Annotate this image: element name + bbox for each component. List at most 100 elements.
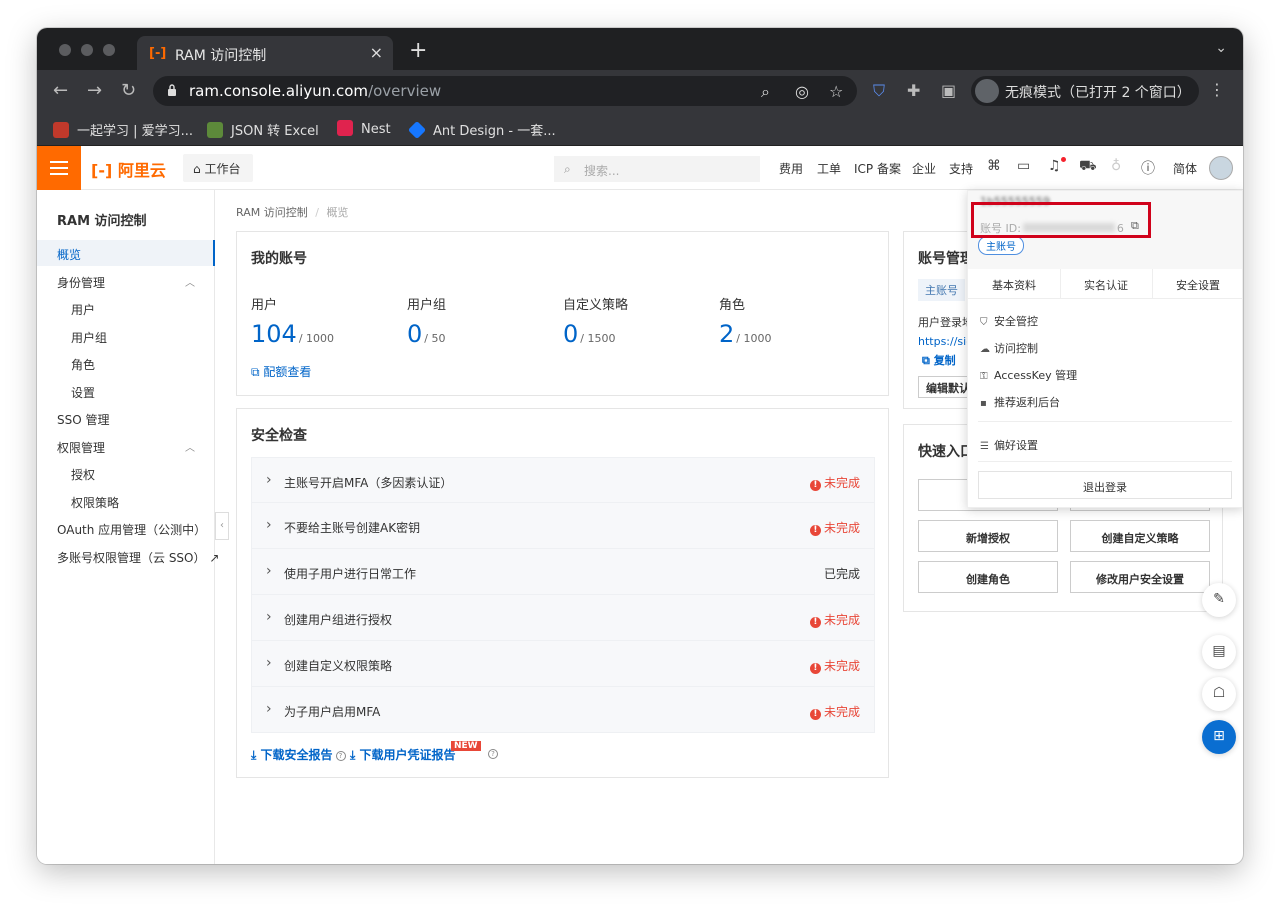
main-account-tag: 主账号: [918, 279, 965, 301]
incognito-indicator[interactable]: 无痕模式（已打开 2 个窗口）: [971, 76, 1199, 106]
menu-item-security-control[interactable]: ⛉ 安全管控: [980, 313, 1038, 329]
quota-view-link[interactable]: ⧉ 配额查看: [251, 363, 311, 380]
list-item[interactable]: › 为子用户启用MFA! 未完成: [251, 687, 875, 733]
clipboard-icon[interactable]: ▤: [1202, 635, 1236, 669]
breadcrumb-root[interactable]: RAM 访问控制: [236, 206, 308, 219]
create-policy-button[interactable]: 创建自定义策略: [1070, 520, 1210, 552]
shield-extension-icon[interactable]: ⛉: [873, 81, 885, 101]
tab-title: RAM 访问控制: [175, 48, 267, 64]
highlight-box: [971, 202, 1151, 238]
zoom-icon[interactable]: ⌕: [761, 82, 770, 102]
sidebar-item-overview[interactable]: 概览: [37, 240, 215, 266]
chat-icon[interactable]: ☖: [1202, 677, 1236, 711]
forward-arrow-icon[interactable]: →: [87, 80, 102, 101]
sidebar-item-permissions[interactable]: 权限管理 ︿: [37, 433, 215, 459]
download-security-report-link[interactable]: ⤓ 下载安全报告?: [251, 746, 346, 763]
stat-users-value[interactable]: 104/ 1000: [251, 320, 334, 348]
eye-off-icon[interactable]: ◎: [795, 82, 809, 101]
copy-link[interactable]: ⧉ 复制: [922, 352, 956, 368]
menu-item-access-control[interactable]: ☁ 访问控制: [980, 340, 1038, 356]
reload-icon[interactable]: ↻: [121, 80, 136, 101]
sidebar-item-grants[interactable]: 授权: [37, 460, 215, 486]
sidebar-item-sso[interactable]: SSO 管理: [37, 405, 215, 431]
menu-hamburger-icon[interactable]: [37, 146, 81, 190]
bookmark-item[interactable]: Ant Design - 一套...: [407, 120, 556, 140]
tab-close-icon[interactable]: ×: [370, 43, 383, 62]
terminal-icon[interactable]: ▭: [1017, 158, 1030, 174]
new-tab-button[interactable]: +: [409, 38, 427, 63]
language-switch[interactable]: 简体: [1173, 160, 1197, 177]
account-management-title: 账号管理: [918, 251, 974, 267]
logout-button[interactable]: 退出登录: [978, 471, 1232, 499]
add-grant-button[interactable]: 新增授权: [918, 520, 1058, 552]
list-item[interactable]: › 不要给主账号创建AK密钥! 未完成: [251, 503, 875, 549]
bookmark-item[interactable]: Nest: [337, 120, 391, 137]
modify-user-security-button[interactable]: 修改用户安全设置: [1070, 561, 1210, 593]
chevron-right-icon: ›: [266, 472, 272, 488]
stat-policies-value[interactable]: 0/ 1500: [563, 320, 615, 348]
list-item[interactable]: › 主账号开启MFA（多因素认证）! 未完成: [251, 457, 875, 503]
apps-icon[interactable]: ⊞: [1202, 720, 1236, 754]
login-url-link[interactable]: https://sig: [918, 335, 973, 348]
sidebar-item-cloud-sso[interactable]: 多账号权限管理（云 SSO） ↗: [37, 543, 219, 569]
close-window-button[interactable]: [59, 44, 71, 56]
chevron-right-icon: ›: [266, 701, 272, 717]
browser-tab[interactable]: [-] RAM 访问控制 ×: [137, 36, 393, 70]
menu-item-preferences[interactable]: ☰ 偏好设置: [980, 437, 1038, 453]
sidebar-item-roles[interactable]: 角色: [37, 350, 215, 376]
minimize-window-button[interactable]: [81, 44, 93, 56]
search-input[interactable]: ⌕ 搜索...: [554, 156, 760, 182]
edit-icon[interactable]: ✎: [1202, 583, 1236, 617]
tab-security-settings[interactable]: 安全设置: [1152, 277, 1243, 293]
search-icon: ⌕: [564, 162, 571, 176]
tab-bar: [-] RAM 访问控制 × + ⌄: [37, 28, 1243, 70]
aliyun-brand[interactable]: [-] 阿里云: [91, 157, 166, 181]
bulb-icon[interactable]: ♁: [1111, 158, 1121, 174]
nav-fees[interactable]: 费用: [779, 160, 803, 177]
stat-roles-value[interactable]: 2/ 1000: [719, 320, 771, 348]
back-arrow-icon[interactable]: ←: [53, 80, 68, 101]
console-header: [-] 阿里云 ⌂ 工作台 ⌕ 搜索... 费用 工单 ICP 备案 企业 支持…: [37, 146, 1243, 190]
address-bar[interactable]: ram.console.aliyun.com/overview ⌕ ◎ ☆: [153, 76, 857, 106]
tab-basic-info[interactable]: 基本资料: [968, 277, 1060, 293]
sidebar-item-groups[interactable]: 用户组: [37, 323, 215, 349]
zoom-window-button[interactable]: [103, 44, 115, 56]
bookmark-item[interactable]: 一起学习 | 爱学习...: [53, 120, 193, 139]
create-role-button[interactable]: 创建角色: [918, 561, 1058, 593]
help-icon[interactable]: ⓘ: [1141, 158, 1155, 178]
sidebar-item-policies[interactable]: 权限策略: [37, 488, 215, 514]
download-credential-report-link[interactable]: ⤓ 下载用户凭证报告: [350, 746, 456, 763]
list-item[interactable]: › 创建用户组进行授权! 未完成: [251, 595, 875, 641]
nav-icp[interactable]: ICP 备案: [854, 160, 901, 177]
sidebar-collapse-button[interactable]: ‹: [215, 512, 229, 540]
menu-item-accesskey[interactable]: ⚿ AccessKey 管理: [980, 367, 1077, 383]
star-icon[interactable]: ☆: [829, 82, 843, 101]
tab-real-name[interactable]: 实名认证: [1060, 277, 1152, 293]
bell-icon[interactable]: ♫: [1048, 158, 1061, 174]
help-icon[interactable]: ?: [488, 749, 498, 759]
cart-icon[interactable]: ⛟: [1079, 158, 1097, 176]
code-icon[interactable]: ⌘: [987, 158, 1001, 174]
workbench-button[interactable]: ⌂ 工作台: [183, 154, 253, 182]
side-panel-icon[interactable]: ▣: [941, 81, 956, 100]
browser-menu-icon[interactable]: ⋮: [1209, 80, 1225, 99]
security-check-title: 安全检查: [251, 428, 307, 444]
stat-groups-value[interactable]: 0/ 50: [407, 320, 445, 348]
sidebar-item-users[interactable]: 用户: [37, 295, 215, 321]
sidebar-item-settings[interactable]: 设置: [37, 378, 215, 404]
status-badge: ! 未完成: [809, 657, 860, 674]
tab-search-chevron-icon[interactable]: ⌄: [1215, 40, 1227, 56]
incognito-label: 无痕模式（已打开 2 个窗口）: [1005, 85, 1191, 101]
sidebar-item-oauth[interactable]: OAuth 应用管理（公测中）: [37, 515, 215, 541]
menu-item-referral[interactable]: ▪ 推荐返利后台: [980, 394, 1060, 410]
nav-tickets[interactable]: 工单: [817, 160, 841, 177]
sidebar-item-identity[interactable]: 身份管理 ︿: [37, 268, 215, 294]
nav-enterprise[interactable]: 企业: [912, 160, 936, 177]
puzzle-extension-icon[interactable]: ✚: [907, 81, 920, 100]
list-item[interactable]: › 创建自定义权限策略! 未完成: [251, 641, 875, 687]
nav-support[interactable]: 支持: [949, 160, 973, 177]
main-account-tag: 主账号: [978, 236, 1024, 255]
bookmark-item[interactable]: JSON 转 Excel: [207, 120, 319, 139]
list-item[interactable]: › 使用子用户进行日常工作 已完成: [251, 549, 875, 595]
avatar[interactable]: [1209, 156, 1233, 180]
